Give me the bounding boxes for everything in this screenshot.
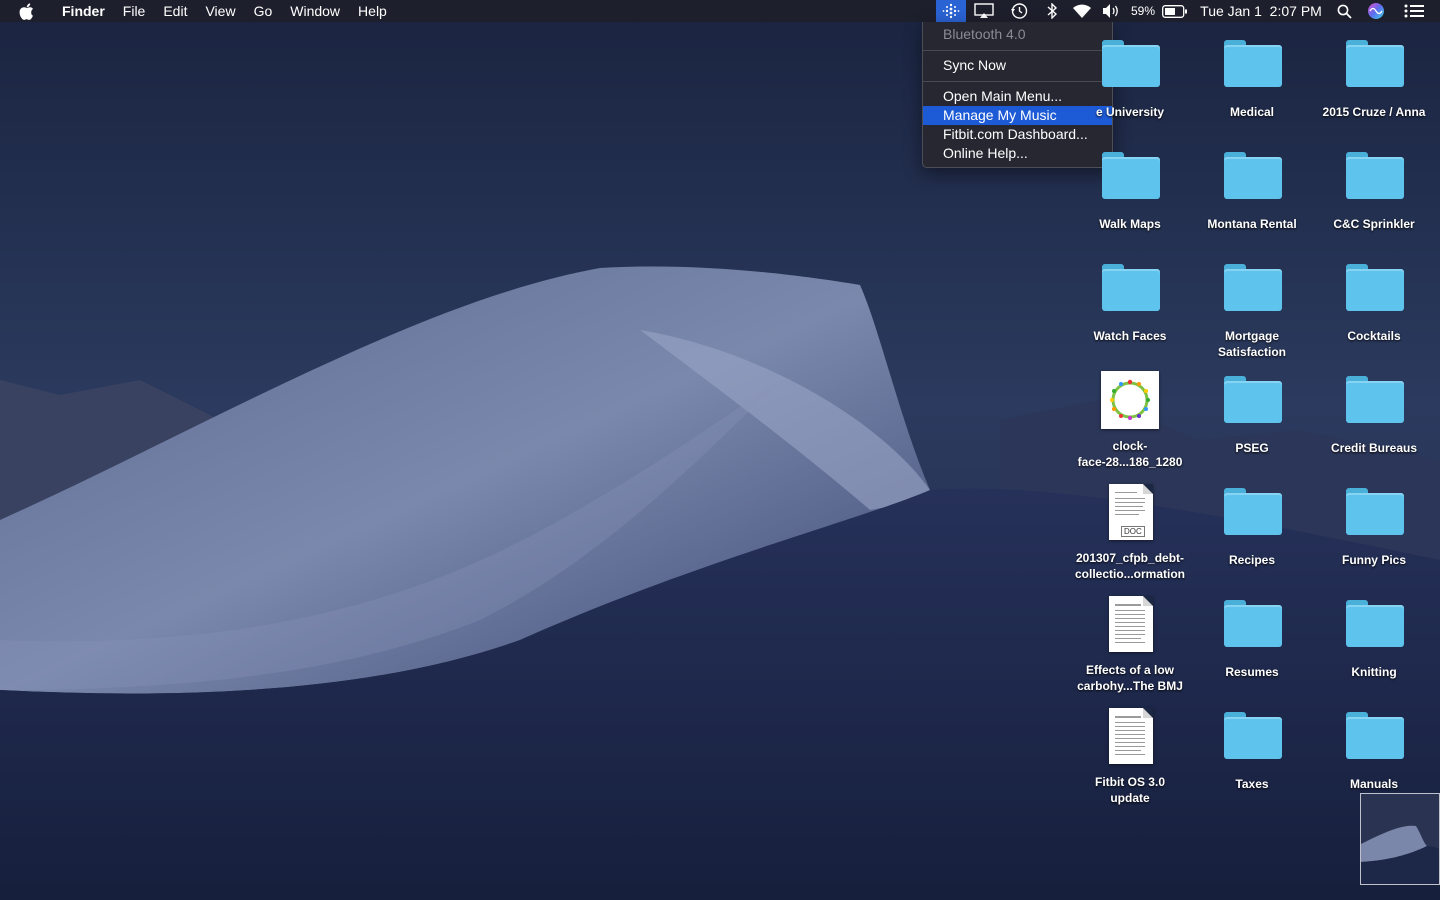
- desktop-item-label: Watch Faces: [1093, 329, 1167, 343]
- screenshot-thumbnail[interactable]: [1360, 793, 1440, 885]
- folder-icon: [1344, 708, 1404, 768]
- desktop-pdf-file[interactable]: Fitbit OS 3.0 update: [1069, 706, 1191, 806]
- pdf-file-icon: [1100, 706, 1160, 766]
- apple-icon[interactable]: [19, 0, 37, 22]
- folder-icon: [1100, 260, 1160, 320]
- desktop-folder[interactable]: Recipes: [1191, 484, 1313, 568]
- menu-view[interactable]: View: [196, 0, 244, 22]
- menu-file[interactable]: File: [114, 0, 155, 22]
- desktop-item-label: C&C Sprinkler: [1333, 217, 1415, 231]
- desktop-pdf-file[interactable]: Effects of a low carbohy...The BMJ: [1069, 594, 1191, 694]
- desktop-item-label: Fitbit OS 3.0 update: [1094, 775, 1165, 805]
- notification-center-icon[interactable]: [1396, 0, 1432, 22]
- desktop-item-label: 2015 Cruze / Anna: [1322, 105, 1426, 119]
- battery-icon[interactable]: [1160, 0, 1190, 22]
- desktop-folder[interactable]: PSEG: [1191, 372, 1313, 456]
- folder-icon: [1344, 484, 1404, 544]
- folder-icon: [1222, 484, 1282, 544]
- desktop-item-label: e University: [1095, 105, 1165, 119]
- search-icon[interactable]: [1332, 0, 1356, 22]
- folder-icon: [1344, 36, 1404, 96]
- desktop-item-label: Recipes: [1228, 553, 1276, 567]
- desktop-folder[interactable]: Taxes: [1191, 708, 1313, 792]
- desktop-item-label: Funny Pics: [1341, 553, 1406, 567]
- airplay-icon[interactable]: [966, 0, 1002, 22]
- desktop-folder[interactable]: C&C Sprinkler: [1313, 148, 1435, 232]
- desktop-folder[interactable]: e University: [1069, 36, 1191, 120]
- folder-icon: [1222, 372, 1282, 432]
- menu-bar: Finder File Edit View Go Window Help 59%…: [0, 0, 1440, 22]
- desktop-item-label: Medical: [1229, 105, 1274, 119]
- desktop-folder[interactable]: Medical: [1191, 36, 1313, 120]
- folder-icon: [1222, 260, 1282, 320]
- desktop-doc-file[interactable]: DOC 201307_cfpb_debt- collectio...ormati…: [1069, 482, 1191, 582]
- desktop-item-label: Credit Bureaus: [1330, 441, 1418, 455]
- fitbit-icon[interactable]: [936, 0, 966, 22]
- desktop-folder[interactable]: Mortgage Satisfaction: [1191, 260, 1313, 360]
- folder-icon: [1344, 372, 1404, 432]
- desktop-image-file[interactable]: clock- face-28...186_1280: [1069, 370, 1191, 470]
- wifi-icon[interactable]: [1068, 0, 1096, 22]
- clock-image-icon: [1100, 370, 1160, 430]
- desktop-item-label: Montana Rental: [1207, 217, 1297, 231]
- desktop-item-label: Cocktails: [1347, 329, 1401, 343]
- desktop-folder[interactable]: Watch Faces: [1069, 260, 1191, 344]
- battery-percent: 59%: [1130, 4, 1156, 18]
- menu-help[interactable]: Help: [349, 0, 396, 22]
- folder-icon: [1222, 148, 1282, 208]
- desktop-folder[interactable]: Funny Pics: [1313, 484, 1435, 568]
- menu-go[interactable]: Go: [245, 0, 282, 22]
- desktop-folder[interactable]: Knitting: [1313, 596, 1435, 680]
- desktop-folder[interactable]: Montana Rental: [1191, 148, 1313, 232]
- folder-icon: [1222, 708, 1282, 768]
- desktop-item-label: Knitting: [1351, 665, 1397, 679]
- folder-icon: [1222, 596, 1282, 656]
- desktop-item-label: PSEG: [1235, 441, 1269, 455]
- desktop-item-label: 201307_cfpb_debt- collectio...ormation: [1074, 551, 1185, 581]
- desktop-item-label: Manuals: [1349, 777, 1398, 791]
- desktop-item-label: Walk Maps: [1099, 217, 1161, 231]
- desktop-item-label: clock- face-28...186_1280: [1077, 439, 1183, 469]
- folder-icon: [1344, 596, 1404, 656]
- doc-file-icon: DOC: [1100, 482, 1160, 542]
- desktop-folder[interactable]: Manuals: [1313, 708, 1435, 792]
- desktop-item-label: Resumes: [1225, 665, 1279, 679]
- desktop-item-label: Taxes: [1235, 777, 1269, 791]
- desktop-folder[interactable]: Cocktails: [1313, 260, 1435, 344]
- desktop-item-label: Mortgage Satisfaction: [1217, 329, 1286, 359]
- pdf-file-icon: [1100, 594, 1160, 654]
- folder-icon: [1100, 36, 1160, 96]
- volume-icon[interactable]: [1096, 0, 1126, 22]
- doc-badge: DOC: [1121, 526, 1145, 537]
- folder-icon: [1344, 148, 1404, 208]
- desktop-folder[interactable]: Walk Maps: [1069, 148, 1191, 232]
- bluetooth-icon[interactable]: [1036, 0, 1068, 22]
- folder-icon: [1100, 148, 1160, 208]
- desktop-folder[interactable]: Resumes: [1191, 596, 1313, 680]
- time-machine-icon[interactable]: [1002, 0, 1036, 22]
- menu-edit[interactable]: Edit: [154, 0, 196, 22]
- desktop-folder[interactable]: 2015 Cruze / Anna: [1313, 36, 1435, 120]
- folder-icon: [1222, 36, 1282, 96]
- siri-icon[interactable]: [1356, 0, 1396, 22]
- menu-finder[interactable]: Finder: [53, 0, 114, 22]
- menubar-clock[interactable]: Tue Jan 1 2:07 PM: [1190, 0, 1332, 22]
- folder-icon: [1344, 260, 1404, 320]
- desktop-item-label: Effects of a low carbohy...The BMJ: [1077, 663, 1183, 693]
- desktop-folder[interactable]: Credit Bureaus: [1313, 372, 1435, 456]
- menu-item-fitbit-dashboard[interactable]: Fitbit.com Dashboard...: [923, 125, 1112, 144]
- menu-window[interactable]: Window: [281, 0, 349, 22]
